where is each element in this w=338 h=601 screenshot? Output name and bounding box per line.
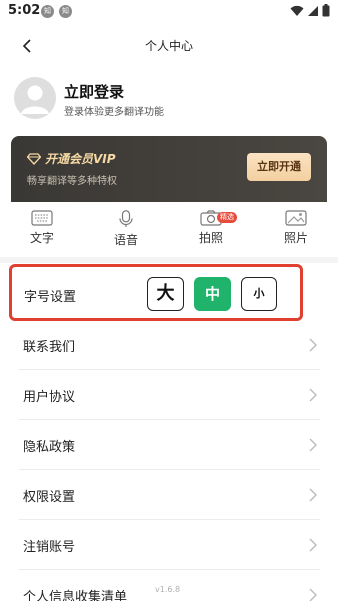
mode-label: 拍照 bbox=[198, 231, 223, 245]
microphone-icon bbox=[119, 210, 133, 227]
mode-voice[interactable]: 语音 bbox=[96, 206, 156, 254]
user-icon bbox=[21, 85, 49, 114]
avatar[interactable] bbox=[14, 77, 56, 119]
chevron-right-icon bbox=[309, 538, 317, 552]
battery-icon bbox=[322, 4, 330, 17]
font-size-setting: 字号设置 大 中 小 bbox=[9, 264, 303, 321]
signal-icon bbox=[308, 5, 318, 16]
mode-photo[interactable]: 照片 bbox=[266, 206, 326, 254]
vip-subtitle: 畅享翻译等多种特权 bbox=[27, 176, 117, 187]
menu-item-permission-settings[interactable]: 权限设置 bbox=[19, 470, 320, 520]
menu-item-label: 隐私政策 bbox=[23, 440, 76, 455]
notification-badge-icon: 知 bbox=[41, 5, 54, 18]
keyboard-icon bbox=[31, 210, 53, 226]
chevron-right-icon bbox=[309, 338, 317, 352]
chevron-right-icon bbox=[309, 388, 317, 402]
login-subtitle: 登录体验更多翻译功能 bbox=[64, 107, 164, 118]
vip-title-row: 开通会员VIP bbox=[27, 150, 116, 167]
font-size-small-button[interactable]: 小 bbox=[241, 277, 277, 311]
chevron-right-icon bbox=[309, 488, 317, 502]
font-size-medium-button[interactable]: 中 bbox=[194, 277, 231, 311]
image-icon bbox=[285, 210, 307, 226]
menu-item-label: 注销账号 bbox=[23, 540, 76, 555]
status-bar: 5:02 知 知 bbox=[0, 0, 338, 24]
menu-item-label: 联系我们 bbox=[23, 340, 76, 355]
menu-item-label: 权限设置 bbox=[23, 490, 76, 505]
vip-title: 开通会员VIP bbox=[45, 152, 116, 166]
menu-item-label: 个人信息收集清单 bbox=[23, 590, 128, 601]
menu-item-delete-account[interactable]: 注销账号 bbox=[19, 520, 320, 570]
menu-item-contact-us[interactable]: 联系我们 bbox=[19, 320, 320, 370]
status-icons bbox=[290, 4, 330, 17]
mode-camera[interactable]: 精选 拍照 bbox=[181, 206, 241, 254]
featured-badge: 精选 bbox=[217, 212, 237, 223]
page-title: 个人中心 bbox=[144, 39, 193, 53]
menu-item-label: 用户协议 bbox=[23, 390, 76, 405]
notification-badge-icon: 知 bbox=[59, 5, 72, 18]
login-title[interactable]: 立即登录 bbox=[64, 81, 124, 102]
wifi-icon bbox=[290, 5, 304, 16]
menu-item-privacy-policy[interactable]: 隐私政策 bbox=[19, 420, 320, 470]
menu-item-user-agreement[interactable]: 用户协议 bbox=[19, 370, 320, 420]
mode-label: 语音 bbox=[113, 233, 138, 247]
nav-bar: 个人中心 bbox=[0, 26, 338, 66]
chevron-right-icon bbox=[309, 438, 317, 452]
diamond-icon bbox=[27, 152, 41, 165]
version-label: v1.6.8 bbox=[155, 585, 181, 594]
chevron-right-icon bbox=[309, 588, 317, 601]
font-size-label: 字号设置 bbox=[24, 290, 77, 305]
section-divider bbox=[0, 257, 338, 263]
vip-banner[interactable]: 开通会员VIP 畅享翻译等多种特权 立即开通 bbox=[11, 136, 327, 202]
translation-modes: 文字 语音 精选 拍照 照片 bbox=[0, 206, 338, 256]
font-size-large-button[interactable]: 大 bbox=[147, 277, 184, 311]
login-section[interactable]: 立即登录 登录体验更多翻译功能 bbox=[14, 75, 324, 125]
open-vip-button[interactable]: 立即开通 bbox=[247, 153, 311, 181]
mode-label: 文字 bbox=[29, 231, 54, 245]
status-time: 5:02 bbox=[8, 3, 41, 18]
mode-label: 照片 bbox=[283, 231, 308, 245]
mode-text[interactable]: 文字 bbox=[12, 206, 72, 254]
